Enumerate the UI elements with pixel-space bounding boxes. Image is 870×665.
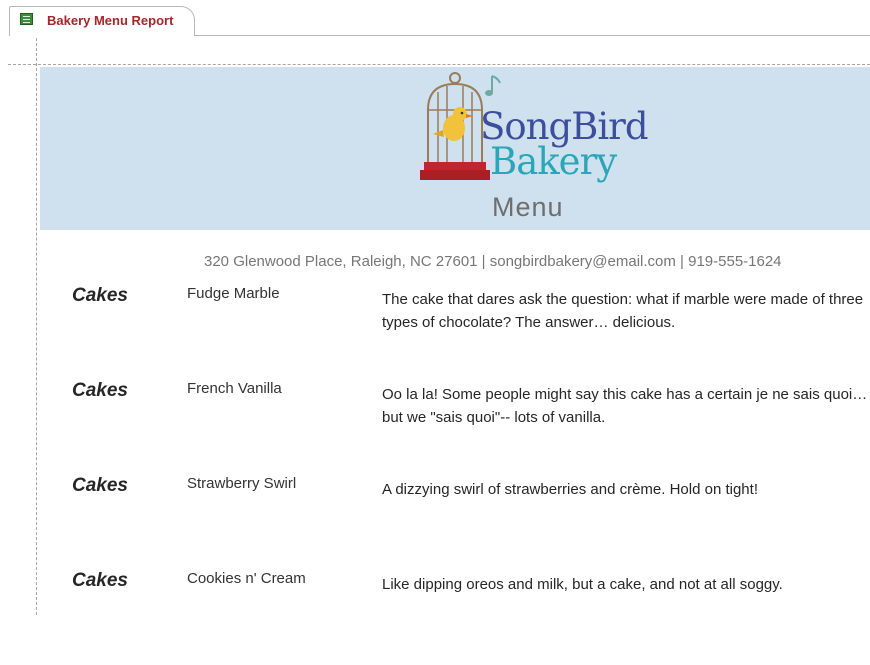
item-description: A dizzying swirl of strawberries and crè… bbox=[382, 481, 758, 498]
tab-bakery-menu-report[interactable]: Bakery Menu Report bbox=[9, 6, 195, 36]
report-header-margin-guide bbox=[8, 64, 870, 65]
item-category: Cakes bbox=[72, 475, 128, 496]
item-description: Like dipping oreos and milk, but a cake,… bbox=[382, 576, 783, 593]
item-description: Oo la la! Some people might say this cak… bbox=[382, 386, 868, 426]
tab-bar-divider bbox=[195, 35, 870, 36]
item-name: Fudge Marble bbox=[187, 285, 280, 302]
menu-item-row: Cakes French Vanilla Oo la la! Some peop… bbox=[0, 380, 870, 475]
item-name: French Vanilla bbox=[187, 380, 282, 397]
item-name: Cookies n' Cream bbox=[187, 570, 306, 587]
menu-item-row: Cakes Cookies n' Cream Like dipping oreo… bbox=[0, 570, 870, 665]
item-category: Cakes bbox=[72, 570, 128, 591]
report-header: SongBird Bakery Menu bbox=[40, 67, 870, 230]
item-category: Cakes bbox=[72, 380, 128, 401]
menu-item-row: Cakes Fudge Marble The cake that dares a… bbox=[0, 285, 870, 380]
item-name: Strawberry Swirl bbox=[187, 475, 297, 492]
logo-bakery-text: Bakery bbox=[490, 140, 617, 183]
report-icon bbox=[20, 13, 33, 25]
item-category: Cakes bbox=[72, 285, 128, 306]
item-description: The cake that dares ask the question: wh… bbox=[382, 291, 864, 331]
menu-item-row: Cakes Strawberry Swirl A dizzying swirl … bbox=[0, 475, 870, 570]
tab-label: Bakery Menu Report bbox=[47, 13, 174, 28]
contact-info: 320 Glenwood Place, Raleigh, NC 27601 | … bbox=[204, 253, 782, 270]
report-title: Menu bbox=[492, 192, 564, 222]
document-tab-bar: Bakery Menu Report bbox=[0, 0, 870, 38]
